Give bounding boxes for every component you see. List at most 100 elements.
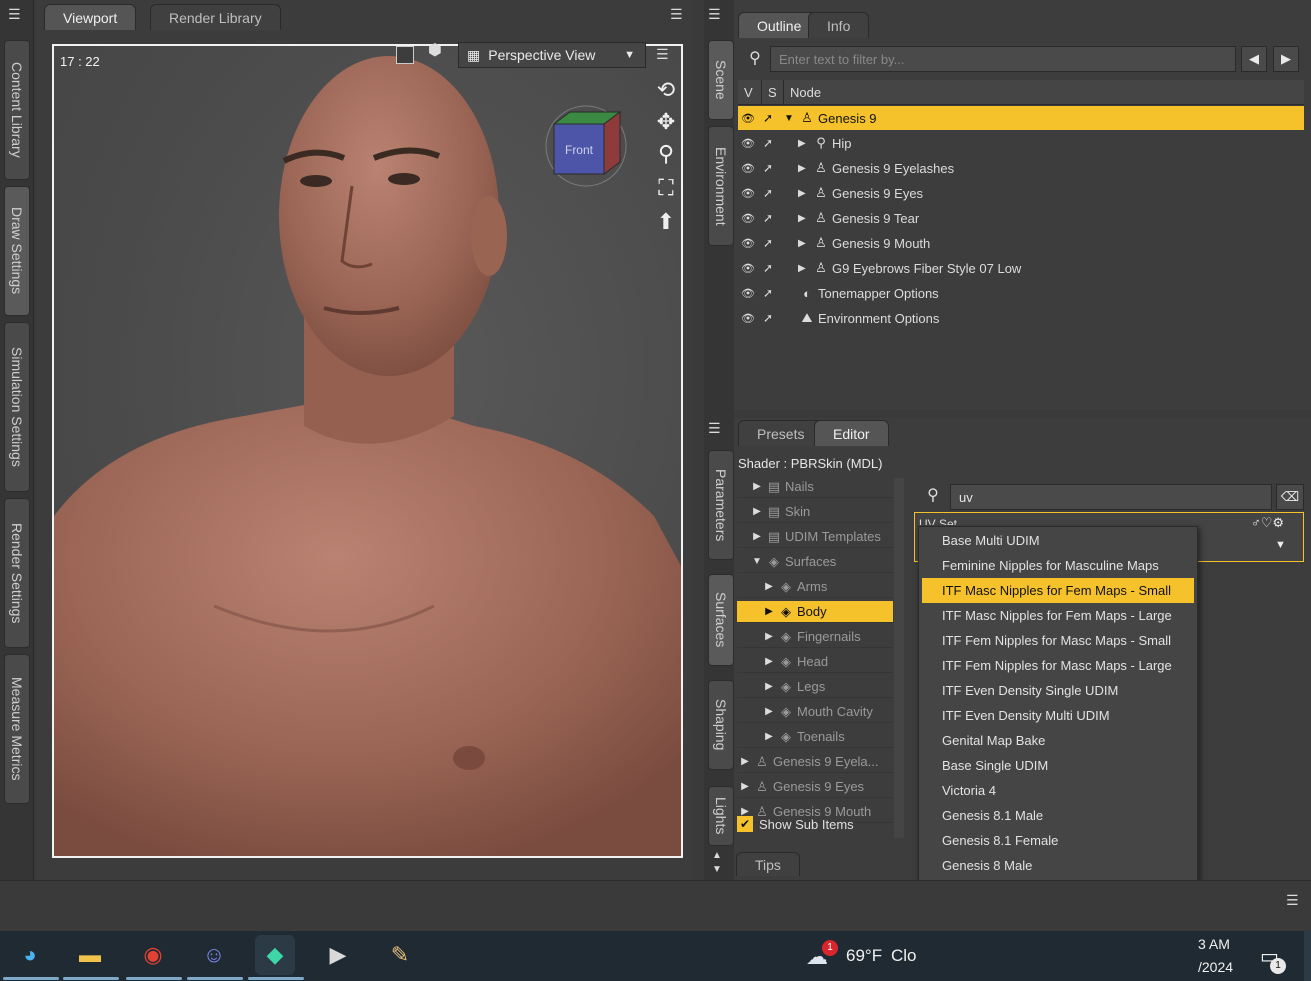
expand-right-icon[interactable]: ▶ [739,781,751,792]
zoom-icon[interactable]: ⚲ [652,140,680,168]
chrome-icon[interactable]: ◉ [133,935,173,975]
tab-draw-settings[interactable]: Draw Settings [4,186,30,316]
select-arrow-icon[interactable]: ➚ [758,211,778,225]
scene-node-row[interactable]: 👁 ➚ ▶ ♙ Genesis 9 Eyelashes [738,156,1304,180]
uv-set-option[interactable]: Feminine Nipples for Masculine Maps [919,553,1197,578]
expand-down-icon[interactable]: ▼ [784,113,796,124]
tab-lights[interactable]: Lights [708,786,734,846]
expand-right-icon[interactable]: ▶ [763,731,775,742]
clock-time[interactable]: 3 AM [1198,936,1230,952]
surface-tree-scrollbar[interactable] [894,478,904,838]
paint-icon[interactable]: ✎ [380,935,420,975]
surface-tree-row[interactable]: ▶ ◈ Head [737,651,893,673]
scene-node-row[interactable]: 👁 ➚ ▶ ♙ Genesis 9 Mouth [738,231,1304,255]
surface-tree-row[interactable]: ▶ ◈ Mouth Cavity [737,701,893,723]
surface-tree-row[interactable]: ▶ ▤ Nails [737,476,893,498]
scene-node-row[interactable]: 👁 ➚ ▼ ♙ Genesis 9 [738,106,1304,130]
scroll-down-icon[interactable]: ▼ [712,864,722,875]
expand-right-icon[interactable]: ▶ [798,138,810,149]
viewport-menu-icon[interactable]: ☰ [670,6,683,23]
select-arrow-icon[interactable]: ➚ [758,311,778,325]
select-arrow-icon[interactable]: ➚ [758,286,778,300]
tab-viewport[interactable]: Viewport [44,4,137,30]
discord-icon[interactable]: ☺ [194,935,234,975]
aux-viewport-icon[interactable] [396,46,414,64]
uv-set-option[interactable]: ITF Fem Nipples for Masc Maps - Small [919,628,1197,653]
clock-date[interactable]: /2024 [1198,959,1233,975]
clear-search-icon[interactable]: ⌫ [1276,484,1304,510]
scene-node-row[interactable]: 👁 ➚ ▶ ⚲ Hip [738,131,1304,155]
expand-right-icon[interactable]: ▶ [798,188,810,199]
tab-surfaces[interactable]: Surfaces [708,574,734,666]
show-sub-items[interactable]: ✔ Show Sub Items [737,812,897,836]
scene-node-row[interactable]: 👁 ➚ ◐ Tonemapper Options [738,281,1304,305]
tab-tips[interactable]: Tips [736,852,800,876]
tab-presets[interactable]: Presets [738,420,824,446]
uv-set-option[interactable]: Base Single UDIM [919,753,1197,778]
uv-set-option[interactable]: Victoria 4 [919,778,1197,803]
viewport-options-icon[interactable]: ☰ [656,46,669,63]
select-arrow-icon[interactable]: ➚ [758,161,778,175]
tab-scene[interactable]: Scene [708,40,734,120]
draw-style-icon[interactable]: ⬢ [428,40,448,60]
uv-set-option[interactable]: Genesis 8.1 Female [919,828,1197,853]
column-node[interactable]: Node [784,80,1304,104]
expand-right-icon[interactable]: ▶ [751,506,763,517]
select-arrow-icon[interactable]: ➚ [758,186,778,200]
property-options-icon[interactable]: ♂♡⚙ [1251,515,1284,531]
surface-tree-row[interactable]: ▶ ◈ Fingernails [737,626,893,648]
show-desktop-button[interactable] [1304,931,1311,981]
weather-text[interactable]: Clo [891,946,917,966]
select-arrow-icon[interactable]: ➚ [758,111,778,125]
orbit-icon[interactable]: ⟲ [652,76,680,104]
expand-right-icon[interactable]: ▶ [751,481,763,492]
tab-render-library[interactable]: Render Library [150,4,281,30]
checkbox-checked-icon[interactable]: ✔ [737,816,753,832]
eye-icon[interactable]: 👁 [738,137,758,150]
uv-set-option[interactable]: Genesis 8.1 Male [919,803,1197,828]
surface-tree-row[interactable]: ▶ ♙ Genesis 9 Eyes [737,776,893,798]
uv-set-option[interactable]: ITF Fem Nipples for Masc Maps - Large [919,653,1197,678]
frame-icon[interactable]: ⛶ [652,174,680,202]
surface-tree-row[interactable]: ▼ ◈ Surfaces [737,551,893,573]
camera-select[interactable]: ▦ Perspective View ▼ [458,42,646,68]
surface-tree-row[interactable]: ▶ ▤ UDIM Templates [737,526,893,548]
scene-node-row[interactable]: 👁 ➚ ▶ ♙ Genesis 9 Eyes [738,181,1304,205]
eye-icon[interactable]: 👁 [738,237,758,250]
scene-node-row[interactable]: 👁 ➚ ⛰ Environment Options [738,306,1304,330]
uv-set-option[interactable]: ITF Masc Nipples for Fem Maps - Small [922,578,1194,603]
expand-right-icon[interactable]: ▶ [763,681,775,692]
expand-right-icon[interactable]: ▶ [798,163,810,174]
panel-menu-icon[interactable]: ☰ [8,6,21,23]
tab-parameters[interactable]: Parameters [708,450,734,560]
select-arrow-icon[interactable]: ➚ [758,136,778,150]
uv-set-option[interactable]: Base Multi UDIM [919,528,1197,553]
expand-right-icon[interactable]: ▶ [798,238,810,249]
scene-panel-menu-icon[interactable]: ☰ [708,6,721,23]
eye-icon[interactable]: 👁 [738,312,758,325]
weather-temp[interactable]: 69°F [846,946,882,966]
tab-render-settings[interactable]: Render Settings [4,498,30,648]
eye-icon[interactable]: 👁 [738,262,758,275]
tab-info[interactable]: Info [808,12,870,38]
nav-forward-icon[interactable]: ▶ [1273,46,1299,72]
expand-right-icon[interactable]: ▶ [739,756,751,767]
edge-icon[interactable]: ◕ [10,935,50,975]
scroll-up-icon[interactable]: ▲ [712,850,722,861]
expand-right-icon[interactable]: ▶ [763,631,775,642]
surface-tree-row[interactable]: ▶ ◈ Legs [737,676,893,698]
reset-view-icon[interactable]: ⬆ [652,208,680,236]
status-menu-icon[interactable]: ☰ [1286,892,1299,909]
scene-node-row[interactable]: 👁 ➚ ▶ ♙ G9 Eyebrows Fiber Style 07 Low [738,256,1304,280]
select-arrow-icon[interactable]: ➚ [758,236,778,250]
surfaces-panel-menu-icon[interactable]: ☰ [708,420,721,437]
eye-icon[interactable]: 👁 [738,187,758,200]
uv-set-option[interactable]: ITF Masc Nipples for Fem Maps - Large [919,603,1197,628]
tab-content-library[interactable]: Content Library [4,40,30,180]
expand-right-icon[interactable]: ▶ [763,606,775,617]
uv-set-option[interactable]: Genital Map Bake [919,728,1197,753]
eye-icon[interactable]: 👁 [738,162,758,175]
expand-down-icon[interactable]: ▼ [751,556,763,567]
column-visible[interactable]: V [738,80,762,104]
pan-icon[interactable]: ✥ [652,108,680,136]
